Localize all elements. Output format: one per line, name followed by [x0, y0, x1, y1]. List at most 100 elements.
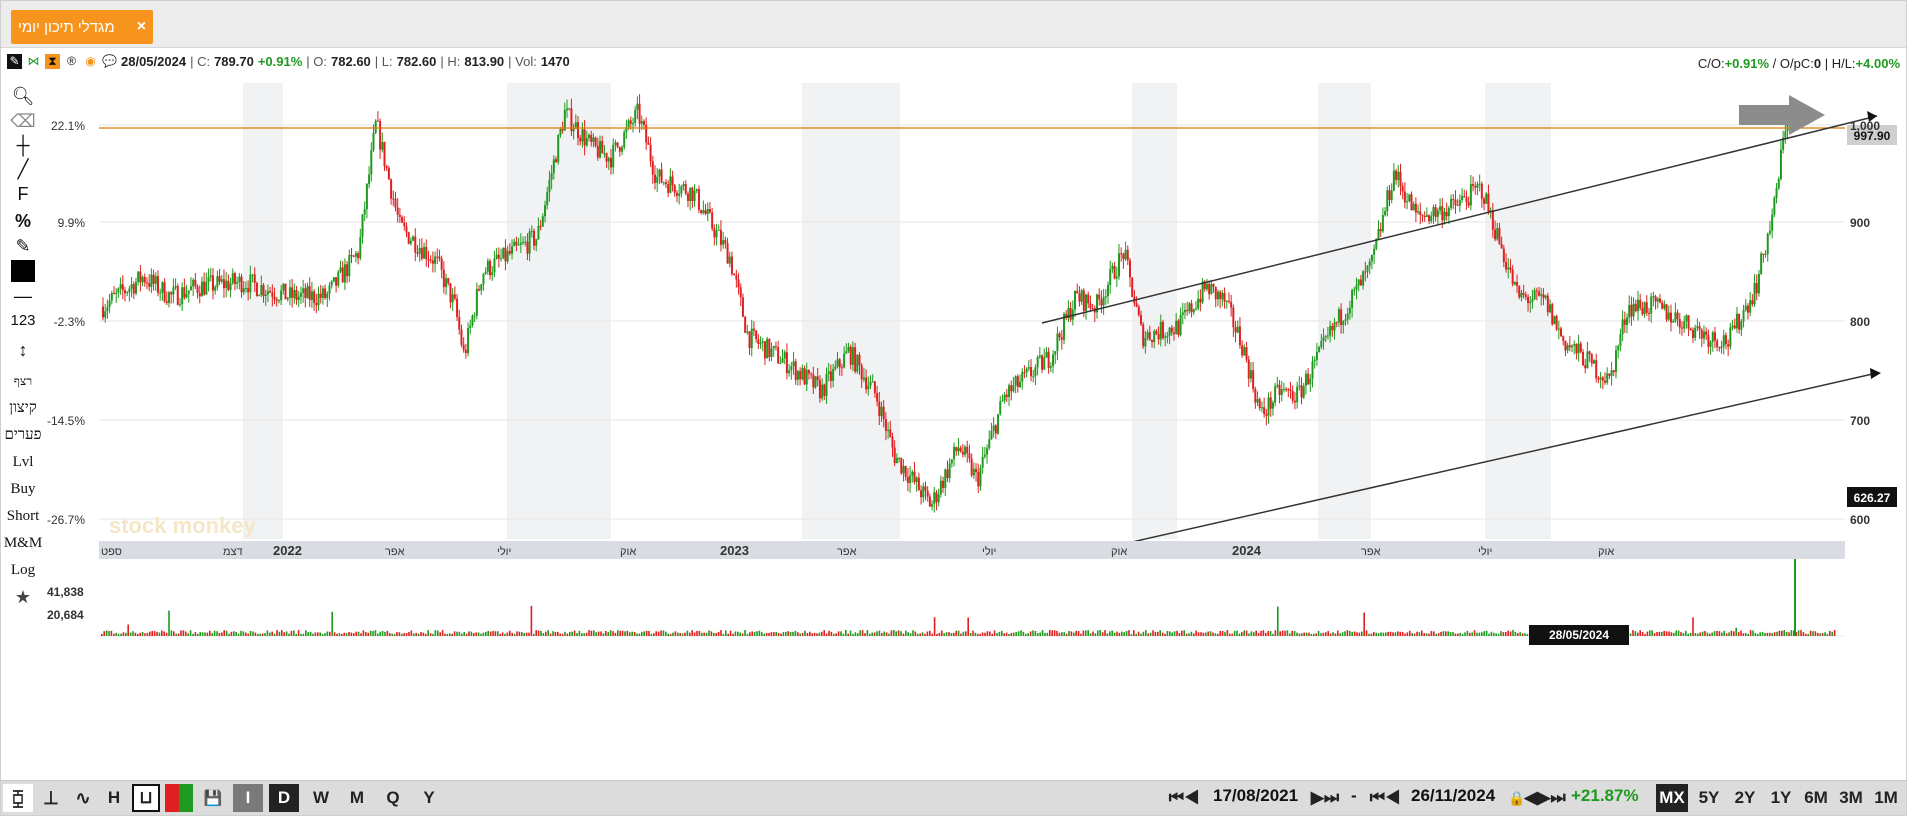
candle-body: [713, 228, 716, 238]
star-icon[interactable]: ★: [1, 584, 45, 610]
candle-body: [801, 368, 804, 380]
volume-bar: [1325, 632, 1327, 636]
kitzun-tool[interactable]: קיצון: [1, 395, 45, 422]
zoom-2y[interactable]: 2Y: [1728, 784, 1762, 812]
volume-bar: [1711, 632, 1713, 636]
zoom-5y[interactable]: 5Y: [1692, 784, 1726, 812]
pencil-icon[interactable]: ╱: [1, 157, 45, 181]
candle-body: [1069, 307, 1072, 320]
from-first-icon[interactable]: ⏮◀: [1166, 784, 1202, 812]
price-chart[interactable]: 41,838 20,684 28/05/2024 997.90 626.27 stock…: [45, 83, 1907, 783]
candle-body: [1718, 347, 1721, 349]
volume-bar: [657, 631, 660, 636]
volume-bar: [465, 633, 468, 636]
lock-icon[interactable]: 🔒: [1508, 784, 1525, 812]
fib-tool[interactable]: F: [1, 181, 45, 208]
volume-bar: [1274, 630, 1277, 636]
edit-icon[interactable]: ✎: [1, 234, 45, 258]
hourglass-icon[interactable]: ⧗: [45, 54, 60, 69]
search-icon[interactable]: 🔍︎: [1, 83, 45, 109]
color-swatch[interactable]: [1, 258, 45, 284]
percent-tool[interactable]: %: [1, 208, 45, 234]
volume-bar: [809, 631, 811, 636]
to-date[interactable]: 26/11/2024: [1411, 786, 1495, 806]
h-type-button[interactable]: H: [101, 784, 127, 812]
share-icon[interactable]: ⋈: [26, 54, 41, 69]
zoom-1y[interactable]: 1Y: [1764, 784, 1798, 812]
paarim-tool[interactable]: פערים: [1, 422, 45, 449]
period-d[interactable]: D: [269, 784, 299, 812]
lvl-tool[interactable]: Lvl: [1, 449, 45, 476]
candle-body: [1555, 316, 1558, 330]
volume-bar: [758, 630, 761, 636]
eraser-icon[interactable]: ⌫: [1, 109, 45, 133]
volume-bar: [835, 633, 837, 636]
volume-bar: [530, 605, 533, 636]
candle-body: [152, 274, 155, 284]
volume-bar: [1075, 630, 1077, 636]
volume-bar: [902, 633, 905, 636]
short-tool[interactable]: Short: [1, 503, 45, 530]
comment-icon[interactable]: 💬: [102, 54, 117, 69]
volume-bar: [933, 617, 936, 636]
number-tool[interactable]: 123: [1, 308, 45, 332]
log-tool[interactable]: Log: [1, 557, 45, 584]
date-tick-label: אפר: [1361, 546, 1381, 558]
buy-tool[interactable]: Buy: [1, 476, 45, 503]
zoom-3m[interactable]: 3M: [1834, 784, 1868, 812]
candle-body: [1366, 266, 1369, 272]
volume-bar: [1689, 632, 1692, 636]
candle-body: [1135, 303, 1138, 307]
zoom-mx[interactable]: MX: [1656, 784, 1688, 812]
candle-body: [1309, 378, 1312, 385]
tab-daily-chart[interactable]: מגדלי תיכון יומי ×: [11, 10, 153, 44]
candle-body: [783, 352, 786, 359]
candle-body: [1700, 329, 1703, 339]
line-width-icon[interactable]: —: [1, 284, 45, 308]
volume-bar: [151, 631, 153, 636]
vertical-size-icon[interactable]: ↕: [1, 332, 45, 368]
to-first-icon[interactable]: ⏮◀: [1367, 784, 1403, 812]
volume-bar: [1692, 617, 1694, 636]
candle-body: [968, 453, 971, 459]
zoom-1m[interactable]: 1M: [1869, 784, 1903, 812]
period-y[interactable]: Y: [414, 784, 444, 812]
candle-body: [1274, 386, 1277, 403]
period-w[interactable]: W: [306, 784, 336, 812]
period-m[interactable]: M: [342, 784, 372, 812]
registered-icon[interactable]: ®: [64, 54, 79, 69]
volume-bar: [782, 632, 785, 636]
candle-body: [1447, 207, 1450, 217]
volume-bar: [230, 631, 233, 636]
close-icon[interactable]: ×: [137, 18, 146, 36]
to-next-icon[interactable]: ◀▶⏭: [1524, 784, 1565, 812]
period-q[interactable]: Q: [378, 784, 408, 812]
chart-svg[interactable]: 41,83820,68428/05/2024 997.90626.27stock…: [45, 83, 1907, 783]
bars-type-icon[interactable]: ⊥: [37, 784, 65, 812]
candle-body: [313, 291, 316, 304]
from-date[interactable]: 17/08/2021: [1213, 786, 1298, 806]
mm-tool[interactable]: M&M: [1, 530, 45, 557]
zoom-6m[interactable]: 6M: [1799, 784, 1833, 812]
candle-body: [922, 486, 925, 498]
save-icon[interactable]: 💾: [201, 784, 225, 812]
heikin-type-icon[interactable]: [165, 784, 193, 812]
volume-bar: [1217, 633, 1219, 636]
u-type-icon[interactable]: ⊔: [132, 784, 160, 812]
target-icon[interactable]: ◉: [83, 54, 98, 69]
period-i[interactable]: I: [233, 784, 263, 812]
volume-bar: [708, 630, 710, 636]
from-next-icon[interactable]: ▶⏭: [1307, 784, 1343, 812]
line-type-icon[interactable]: ∿: [69, 784, 97, 812]
candle-body: [722, 240, 725, 245]
candle-body: [640, 121, 643, 124]
draw-icon[interactable]: ✎: [7, 54, 22, 69]
volume-bar: [1272, 633, 1274, 636]
candle-body: [555, 159, 558, 163]
candle-body: [304, 288, 307, 298]
crosshair-icon[interactable]: ┼: [1, 133, 45, 157]
candle-body: [506, 250, 509, 262]
volume-bar: [1829, 630, 1831, 636]
candles-type-icon[interactable]: ⧮: [3, 784, 33, 812]
candle-tool[interactable]: רצף: [1, 368, 45, 395]
